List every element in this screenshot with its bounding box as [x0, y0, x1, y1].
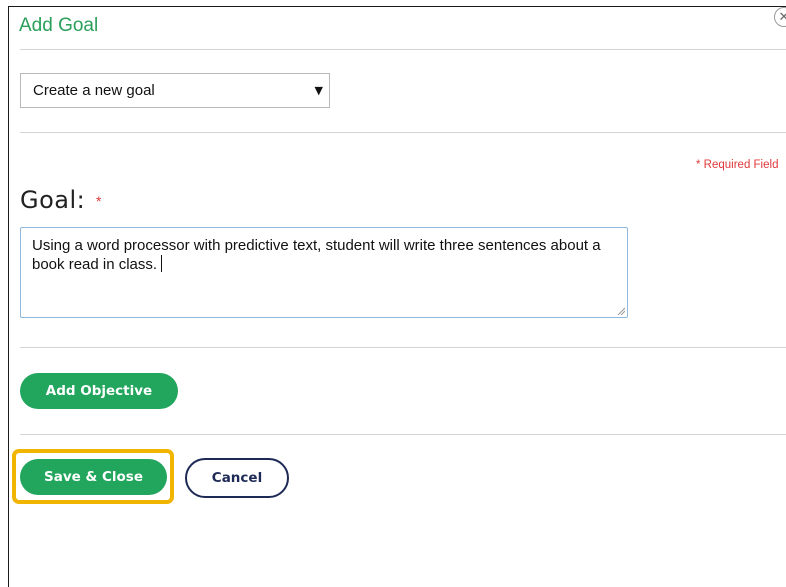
cancel-button[interactable]: Cancel: [185, 458, 289, 498]
chevron-down-icon: ▼: [314, 84, 323, 97]
add-objective-button[interactable]: Add Objective: [20, 373, 178, 409]
divider: [20, 132, 786, 133]
resize-grip-icon[interactable]: [617, 307, 625, 315]
text-cursor: [161, 255, 163, 272]
divider: [20, 434, 786, 435]
divider: [20, 49, 786, 50]
dialog-title: Add Goal: [19, 15, 99, 36]
required-field-note: * Required Field: [696, 159, 779, 171]
goal-select-value: Create a new goal: [33, 82, 155, 99]
divider: [20, 347, 786, 348]
save-close-button[interactable]: Save & Close: [20, 459, 167, 495]
goal-select[interactable]: Create a new goal ▼: [20, 73, 330, 108]
goal-textarea[interactable]: Using a word processor with predictive t…: [20, 227, 628, 318]
required-asterisk: *: [96, 193, 102, 209]
goal-label: Goal:: [20, 186, 86, 214]
goal-text: Using a word processor with predictive t…: [32, 237, 601, 273]
